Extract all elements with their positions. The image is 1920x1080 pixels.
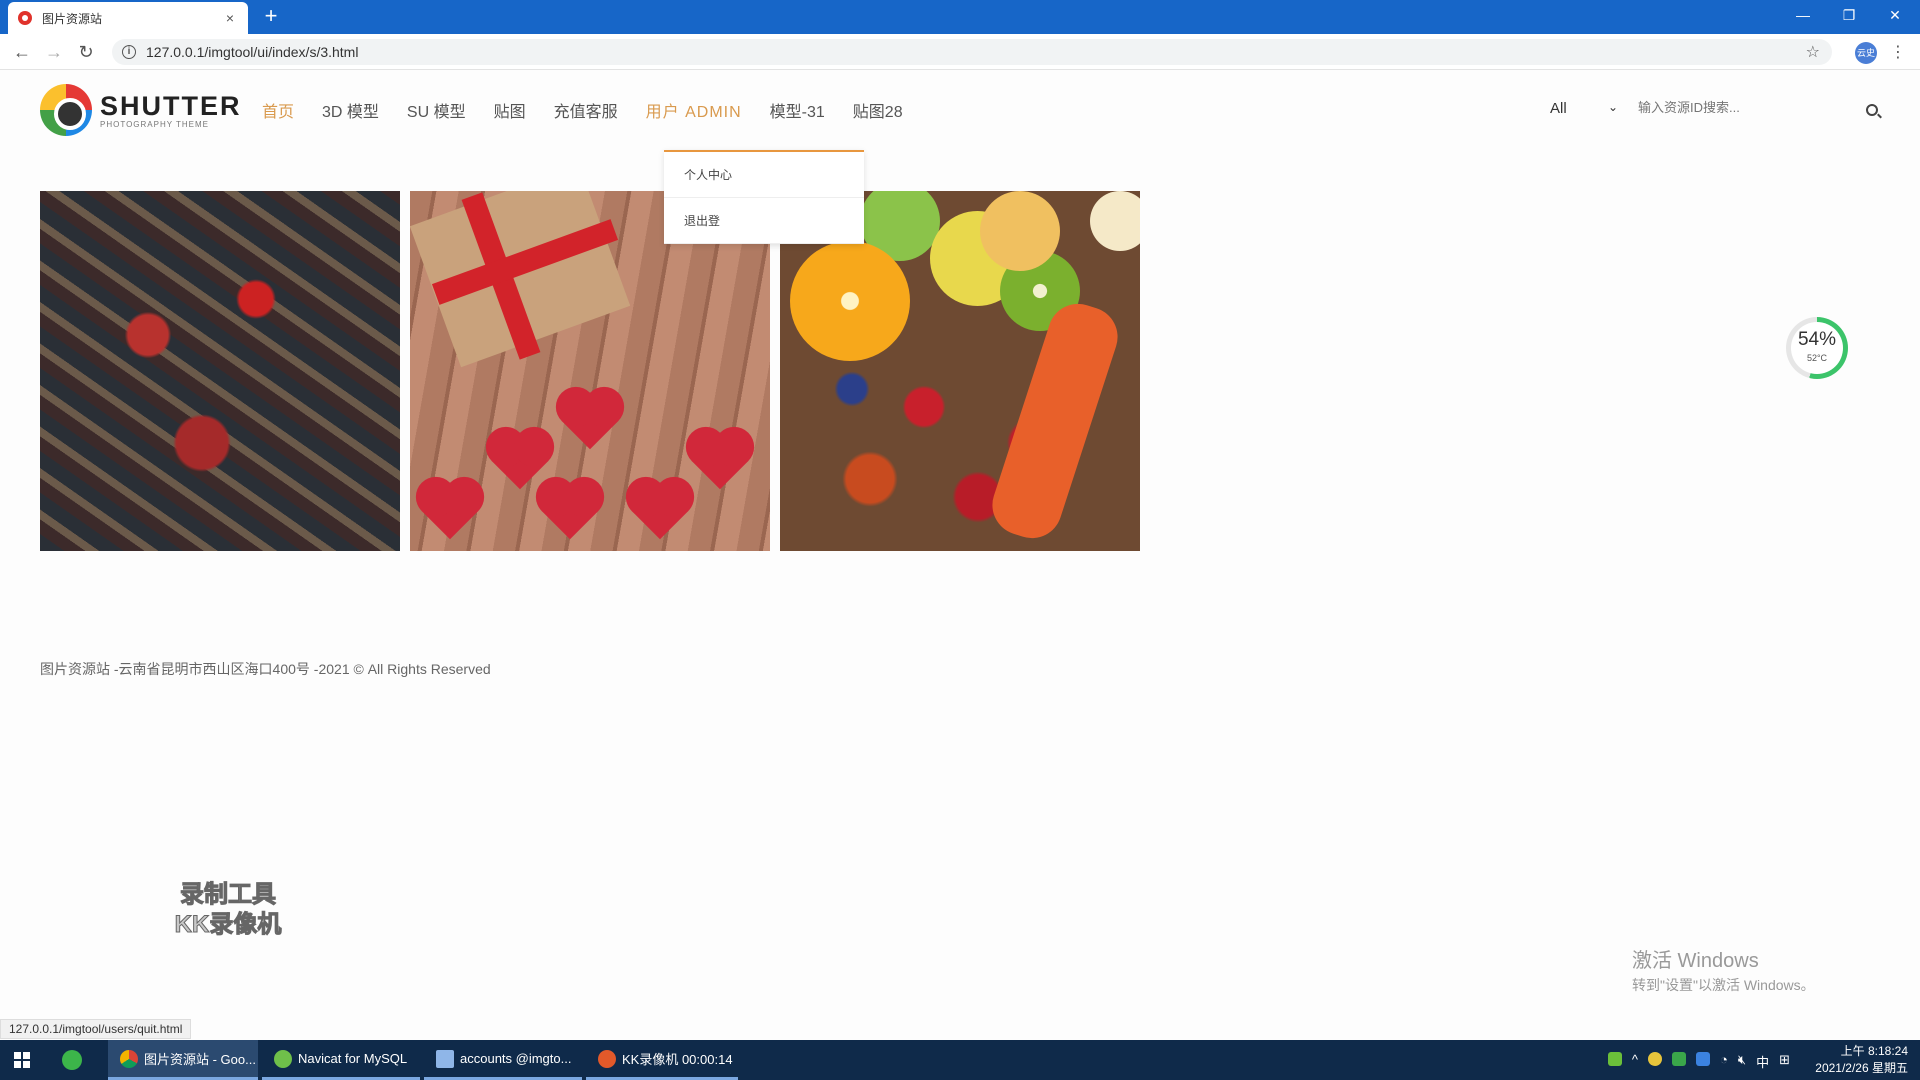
chrome-icon: [120, 1049, 138, 1068]
battery-icon[interactable]: [1607, 1052, 1622, 1066]
url-text[interactable]: 127.0.0.1/imgtool/ui/index/s/3.html: [146, 44, 358, 60]
nav-su-models[interactable]: SU 模型: [407, 98, 466, 122]
recorder-icon: [598, 1049, 616, 1068]
volume-mute-icon[interactable]: 🔇︎: [1738, 1052, 1746, 1071]
new-tab-button[interactable]: +: [258, 4, 284, 30]
windows-start-icon[interactable]: [14, 1052, 30, 1068]
nav-texture-28[interactable]: 贴图28: [853, 98, 903, 122]
browser-tab[interactable]: 图片资源站 ×: [8, 2, 248, 34]
nav-home[interactable]: 首页: [262, 98, 294, 122]
tab-close-icon[interactable]: ×: [222, 10, 238, 26]
taskbar-accounts-table[interactable]: accounts @imgto...: [424, 1040, 582, 1080]
logo-title: SHUTTER: [100, 90, 242, 121]
browser-toolbar: ← → ↻ i 127.0.0.1/imgtool/ui/index/s/3.h…: [0, 34, 1920, 70]
nav-textures[interactable]: 贴图: [494, 98, 526, 122]
link-status-url: 127.0.0.1/imgtool/users/quit.html: [0, 1019, 192, 1039]
navicat-icon: [274, 1049, 292, 1068]
gallery-image-gift-hearts[interactable]: [410, 191, 770, 551]
ime-indicator[interactable]: 中: [1756, 1052, 1769, 1071]
window-close-button[interactable]: ✕: [1872, 0, 1918, 30]
heart-icon: [631, 482, 689, 540]
memory-usage-gauge[interactable]: 54% 52°C: [1786, 317, 1848, 379]
system-tray: ^ ◔ 🔇︎ 中 ⊞: [1607, 1052, 1790, 1071]
nav-model-31[interactable]: 模型-31: [770, 98, 825, 122]
reload-button[interactable]: ↻: [74, 40, 98, 64]
keyboard-icon[interactable]: ⊞: [1779, 1052, 1790, 1071]
windows-activation-notice: 激活 Windows 转到"设置"以激活 Windows。: [1632, 950, 1815, 993]
logo-subtitle: PHOTOGRAPHY THEME: [100, 119, 210, 129]
taskbar-clock[interactable]: 上午 8:18:24 2021/2/26 星期五: [1815, 1043, 1908, 1077]
shield-icon[interactable]: [1696, 1052, 1711, 1066]
bookmark-star-icon[interactable]: ☆: [1806, 42, 1820, 62]
gauge-temperature: 52°C: [1806, 353, 1828, 363]
nav-recharge-service[interactable]: 充值客服: [554, 98, 618, 122]
site-footer: 图片资源站 -云南省昆明市西山区海口400号 -2021 © All Right…: [40, 661, 491, 677]
gauge-percent: 54%: [1797, 329, 1837, 350]
heart-icon: [421, 482, 479, 540]
back-button[interactable]: ←: [10, 40, 34, 64]
menu-item-personal-center[interactable]: 个人中心: [664, 152, 864, 198]
chevron-up-icon[interactable]: ^: [1632, 1052, 1638, 1071]
heart-icon: [561, 392, 619, 450]
profile-avatar[interactable]: 云史: [1855, 42, 1877, 64]
browser-tabbar: 图片资源站 × + — ❐ ✕: [0, 0, 1920, 34]
browser-menu-icon[interactable]: ⋮: [1890, 42, 1906, 62]
site-favicon-icon: [18, 11, 32, 25]
gallery-image-crowd-feast[interactable]: [40, 191, 400, 551]
tab-title: 图片资源站: [42, 11, 103, 26]
taskbar-navicat[interactable]: Navicat for MySQL: [262, 1040, 420, 1080]
camera-lens-logo-icon: [40, 84, 92, 136]
heart-icon: [541, 482, 599, 540]
tray-app-icon[interactable]: [1648, 1052, 1663, 1066]
tray-app-icon[interactable]: [1672, 1052, 1687, 1066]
clock-time: 上午 8:18:24: [1840, 1044, 1908, 1058]
chevron-down-icon[interactable]: ⌄: [1608, 100, 1618, 114]
table-icon: [436, 1049, 454, 1068]
nav-3d-models[interactable]: 3D 模型: [322, 98, 379, 122]
taskbar-chrome[interactable]: 图片资源站 - Goo...: [108, 1040, 258, 1080]
gallery-image-fruits[interactable]: [780, 191, 1140, 551]
address-bar[interactable]: i 127.0.0.1/imgtool/ui/index/s/3.html ☆: [112, 39, 1832, 65]
main-navigation: 首页 3D 模型 SU 模型 贴图 充值客服 用户 ADMIN 模型-31 贴图…: [262, 98, 931, 122]
pinned-app-icon[interactable]: [62, 1050, 82, 1070]
clock-date: 2021/2/26 星期五: [1815, 1061, 1908, 1075]
network-icon[interactable]: ◔: [1720, 1052, 1728, 1071]
restore-button[interactable]: ❐: [1826, 0, 1872, 30]
heart-icon: [491, 432, 549, 490]
minimize-button[interactable]: —: [1780, 0, 1826, 30]
site-info-icon[interactable]: i: [122, 45, 136, 59]
search-icon[interactable]: [1866, 104, 1878, 116]
site-logo[interactable]: SHUTTER PHOTOGRAPHY THEME: [40, 84, 242, 136]
user-dropdown-menu: 个人中心 退出登: [664, 150, 864, 244]
search-input[interactable]: [1638, 100, 1858, 115]
nav-user-admin[interactable]: 用户 ADMIN: [646, 98, 742, 122]
menu-item-logout[interactable]: 退出登: [664, 198, 864, 244]
recorder-watermark: 录制工具 KK录像机: [174, 881, 282, 939]
heart-icon: [691, 432, 749, 490]
taskbar-kk-recorder[interactable]: KK录像机 00:00:14: [586, 1040, 738, 1080]
forward-button[interactable]: →: [42, 40, 66, 64]
windows-taskbar: 图片资源站 - Goo... Navicat for MySQL account…: [0, 1040, 1920, 1080]
